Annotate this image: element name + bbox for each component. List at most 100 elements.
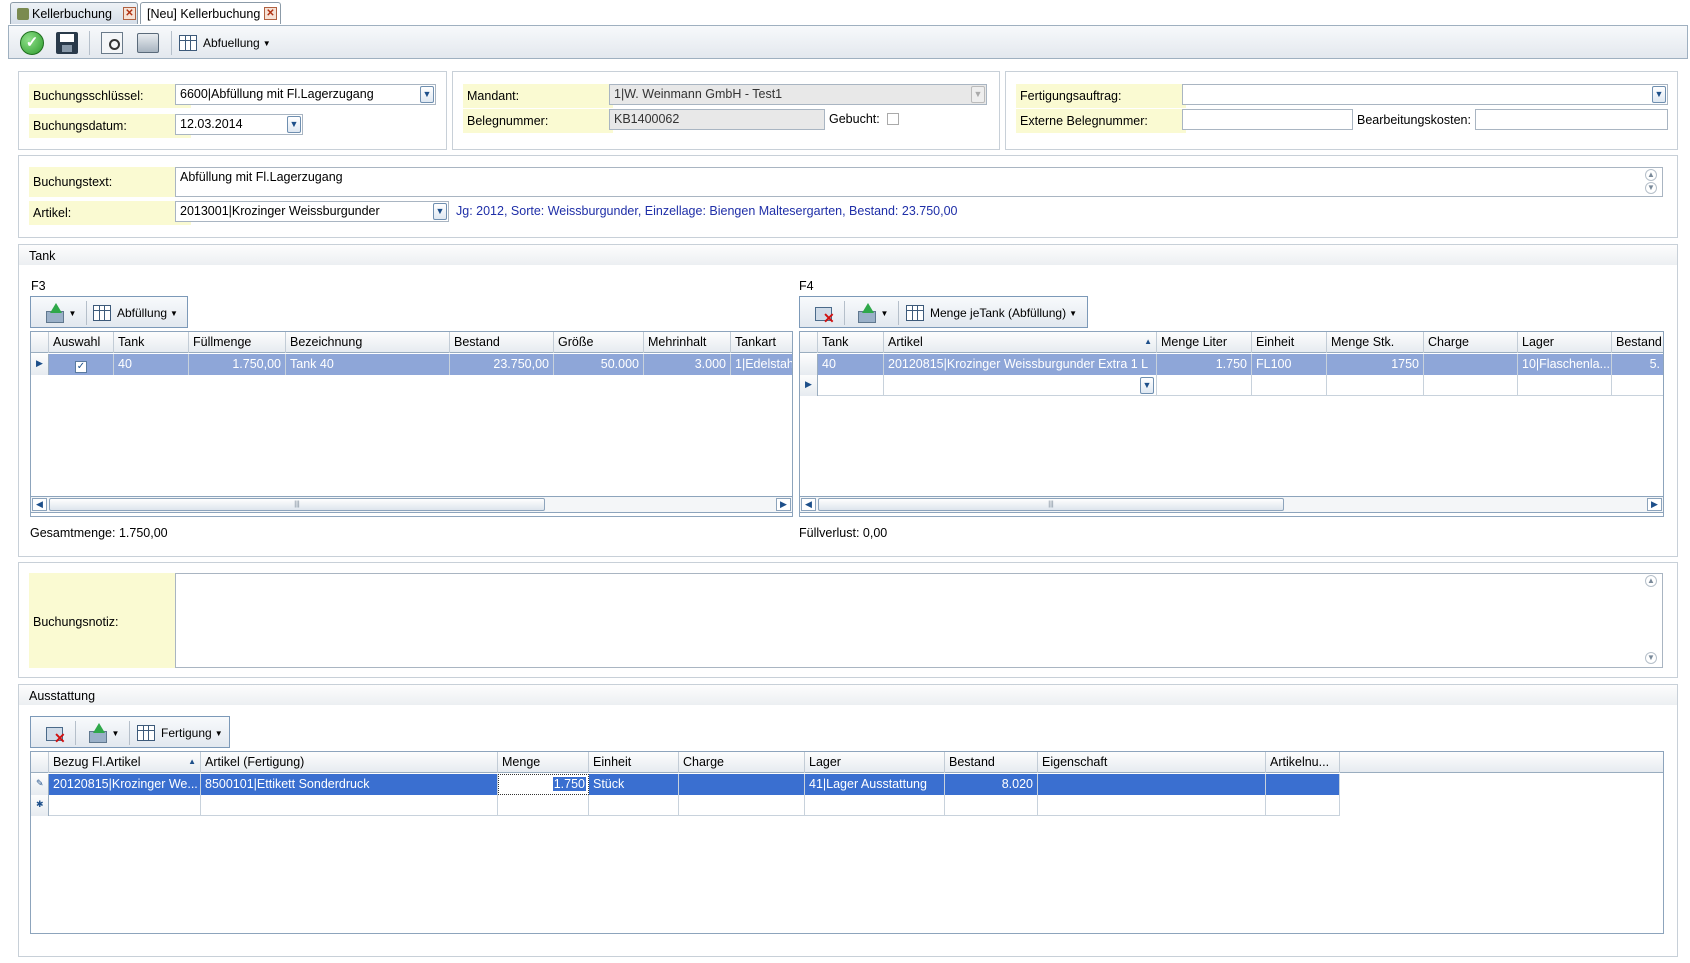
column-header[interactable]: Bestand (1612, 332, 1663, 353)
lager-cell[interactable] (805, 795, 945, 816)
artikel-select[interactable]: 2013001|Krozinger Weissburgunder ▼ (175, 201, 449, 222)
column-header[interactable]: Füllmenge (189, 332, 286, 353)
confirm-button[interactable]: ✓ (17, 29, 47, 57)
menge-grid-hscrollbar[interactable]: ◀ ||| ▶ (799, 496, 1664, 513)
chevron-down-icon[interactable]: ▼ (1645, 652, 1657, 664)
buchungstext-field[interactable]: Abfüllung mit Fl.Lagerzugang (175, 167, 1663, 197)
bezug-cell[interactable]: 20120815|Krozinger We... (49, 774, 201, 795)
column-header[interactable]: Tank (818, 332, 884, 353)
delete-row-button[interactable] (39, 720, 71, 748)
view-dropdown-button[interactable]: Abfuellung ▼ (179, 29, 279, 57)
bearbeitungskosten-field[interactable] (1475, 109, 1668, 130)
column-header[interactable]: Mehrinhalt (644, 332, 731, 353)
artikel-cell[interactable]: 20120815|Krozinger Weissburgunder Extra … (884, 354, 1157, 375)
menge-stk-cell[interactable] (1327, 375, 1424, 396)
chevron-down-icon[interactable]: ▼ (1652, 86, 1666, 103)
menge-liter-cell[interactable] (1157, 375, 1252, 396)
column-header[interactable]: Tank (114, 332, 189, 353)
bezug-cell[interactable] (49, 795, 201, 816)
buchungsnotiz-field[interactable] (175, 573, 1663, 668)
chevron-down-icon[interactable]: ▼ (1645, 182, 1657, 194)
tank-cell[interactable]: 40 (114, 354, 189, 375)
column-header[interactable]: Auswahl (49, 332, 114, 353)
column-header[interactable]: Artikelnu... (1266, 752, 1340, 773)
gebucht-checkbox[interactable] (887, 113, 899, 125)
table-row[interactable]: ✎ 20120815|Krozinger We... 8500101|Ettik… (31, 774, 1340, 795)
chevron-right-icon[interactable]: ▶ (776, 498, 791, 511)
artikelnummer-cell[interactable] (1266, 795, 1340, 816)
charge-cell[interactable] (679, 795, 805, 816)
table-row[interactable]: 40 20120815|Krozinger Weissburgunder Ext… (800, 354, 1663, 375)
save-button[interactable] (53, 29, 81, 57)
auswahl-checkbox[interactable]: ✓ (75, 361, 87, 373)
import-button[interactable]: ▼ (81, 719, 125, 747)
scroll-thumb[interactable]: ||| (818, 498, 1284, 511)
buchungsschluessel-select[interactable]: 6600|Abfüllung mit Fl.Lagerzugang ▼ (175, 84, 436, 105)
column-header[interactable]: Charge (679, 752, 805, 773)
eigenschaft-cell[interactable] (1038, 774, 1266, 795)
import-button[interactable]: ▼ (850, 299, 894, 327)
column-header[interactable]: Bestand (450, 332, 554, 353)
close-icon[interactable]: ✕ (264, 7, 277, 20)
charge-cell[interactable] (679, 774, 805, 795)
bestand-cell[interactable]: 23.750,00 (450, 354, 554, 375)
artikelnummer-cell[interactable] (1266, 774, 1340, 795)
artikel-fertigung-cell[interactable]: 8500101|Ettikett Sonderdruck (201, 774, 498, 795)
eigenschaft-cell[interactable] (1038, 795, 1266, 816)
tank-grid-hscrollbar[interactable]: ◀ ||| ▶ (30, 496, 793, 513)
chevron-up-icon[interactable]: ▲ (1645, 575, 1657, 587)
column-header[interactable]: Lager (1518, 332, 1612, 353)
calendar-dropdown-icon[interactable]: ▼ (287, 116, 301, 133)
column-header[interactable]: Lager (805, 752, 945, 773)
tab-kellerbuchung[interactable]: Kellerbuchung ✕ (10, 2, 138, 24)
menge-stk-cell[interactable]: 1750 (1327, 354, 1424, 375)
column-header-bezug[interactable]: Bezug Fl.Artikel ▲ (49, 752, 201, 773)
column-header[interactable]: Menge (498, 752, 589, 773)
artikel-fertigung-cell[interactable] (201, 795, 498, 816)
bestand-cell[interactable]: 5. (1612, 354, 1663, 375)
chevron-left-icon[interactable]: ◀ (801, 498, 816, 511)
column-header[interactable]: Tankart (731, 332, 792, 353)
buchungsdatum-field[interactable]: 12.03.2014 ▼ (175, 114, 303, 135)
artikel-cell[interactable]: ▼ (884, 375, 1157, 396)
column-header[interactable]: Charge (1424, 332, 1518, 353)
lager-cell[interactable]: 10|Flaschenla... (1518, 354, 1612, 375)
buchungstext-scrollbar[interactable]: ▲ ▼ (1644, 169, 1660, 195)
column-header[interactable]: Bestand (945, 752, 1038, 773)
column-header-artikel[interactable]: Artikel ▲ (884, 332, 1157, 353)
einheit-cell[interactable] (589, 795, 679, 816)
tank-cell[interactable]: 40 (818, 354, 884, 375)
chevron-down-icon[interactable]: ▼ (420, 86, 434, 103)
column-header[interactable]: Einheit (1252, 332, 1327, 353)
column-header[interactable]: Artikel (Fertigung) (201, 752, 498, 773)
preview-button[interactable] (97, 29, 127, 57)
column-header[interactable]: Menge Stk. (1327, 332, 1424, 353)
notiz-scrollbar[interactable]: ▲ ▼ (1644, 575, 1660, 666)
charge-cell[interactable] (1424, 354, 1518, 375)
chevron-down-icon[interactable]: ▼ (433, 203, 447, 220)
print-button[interactable] (133, 29, 163, 57)
close-icon[interactable]: ✕ (123, 7, 136, 20)
new-row[interactable]: ✱ (31, 795, 1340, 816)
chevron-down-icon[interactable]: ▼ (1140, 377, 1154, 394)
column-header[interactable]: Größe (554, 332, 644, 353)
new-row[interactable]: ▶ ▼ (800, 375, 1663, 396)
auswahl-cell[interactable]: ✓ (49, 354, 114, 375)
chevron-right-icon[interactable]: ▶ (1647, 498, 1662, 511)
table-row[interactable]: ▶ ✓ 40 1.750,00 Tank 40 23.750,00 50.000… (31, 354, 792, 375)
column-header[interactable]: Eigenschaft (1038, 752, 1266, 773)
column-header[interactable]: Bezeichnung (286, 332, 450, 353)
bestand-cell[interactable] (945, 795, 1038, 816)
import-button[interactable]: ▼ (39, 299, 81, 327)
right-view-dropdown[interactable]: Menge jeTank (Abfüllung) ▼ (906, 299, 1088, 327)
lager-cell[interactable] (1518, 375, 1612, 396)
chevron-left-icon[interactable]: ◀ (32, 498, 47, 511)
menge-input[interactable]: 1.750 (552, 777, 586, 791)
ausstattung-view-dropdown[interactable]: Fertigung ▼ (137, 719, 229, 747)
delete-row-button[interactable] (808, 300, 840, 328)
column-header[interactable]: Menge Liter (1157, 332, 1252, 353)
menge-cell[interactable] (498, 795, 589, 816)
column-header[interactable]: Einheit (589, 752, 679, 773)
mehrinhalt-cell[interactable]: 3.000 (644, 354, 731, 375)
tankart-cell[interactable]: 1|Edelstah (731, 354, 792, 375)
